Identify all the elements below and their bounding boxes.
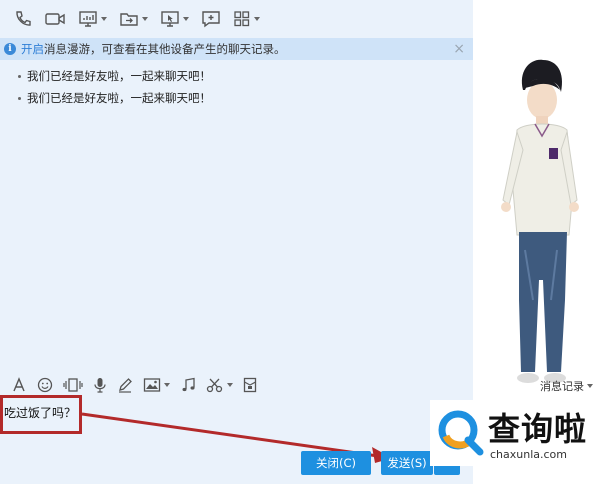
watermark-logo: 查询啦 chaxunla.com (430, 400, 605, 466)
watermark-url: chaxunla.com (490, 448, 567, 461)
watermark-title: 查询啦 (488, 410, 588, 448)
send-button[interactable]: 发送(S) (381, 451, 433, 475)
close-button[interactable]: 关闭(C) (301, 451, 371, 475)
magnifier-logo-icon (438, 410, 484, 456)
